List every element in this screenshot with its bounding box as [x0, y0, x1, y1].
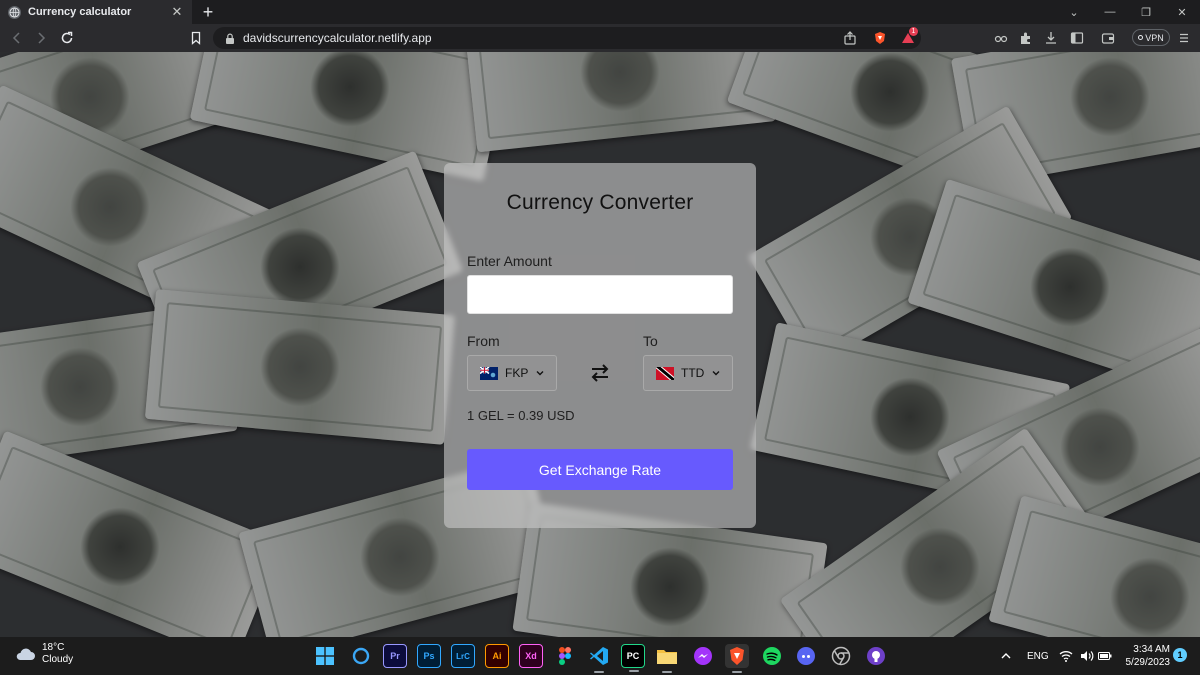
- exchange-rate-text: 1 GEL = 0.39 USD: [467, 408, 575, 423]
- weather-condition: Cloudy: [42, 654, 74, 665]
- discord-icon[interactable]: [794, 644, 818, 668]
- volume-icon[interactable]: [1080, 637, 1094, 675]
- to-currency-code: TTD: [681, 366, 705, 380]
- cortana-button[interactable]: [349, 644, 373, 668]
- tab-close-icon[interactable]: ✕: [170, 4, 184, 20]
- spotify-icon[interactable]: [760, 644, 784, 668]
- weather-temperature: 18°C: [42, 642, 65, 653]
- tab-title: Currency calculator: [28, 6, 132, 18]
- browser-toolbar: davidscurrencycalculator.netlify.app 1 V…: [0, 24, 1200, 52]
- brave-shields-icon[interactable]: [871, 29, 889, 47]
- trinidad-tobago-flag-icon: [656, 366, 674, 380]
- download-icon[interactable]: [1042, 29, 1060, 47]
- chevron-up-icon: [1001, 653, 1011, 659]
- clock-date: 5/29/2023: [1125, 657, 1171, 668]
- to-label: To: [643, 333, 658, 349]
- file-explorer-icon[interactable]: [655, 644, 679, 673]
- amount-label: Enter Amount: [467, 253, 552, 269]
- premiere-pro-icon[interactable]: Pr: [383, 644, 407, 668]
- url-text: davidscurrencycalculator.netlify.app: [243, 31, 432, 45]
- forward-icon[interactable]: [32, 29, 50, 47]
- brave-icon[interactable]: [725, 644, 749, 673]
- bookmark-icon[interactable]: [187, 29, 205, 47]
- cortana-icon: [352, 647, 370, 665]
- pycharm-icon[interactable]: PC: [621, 644, 645, 672]
- from-currency-select[interactable]: FKP: [467, 355, 557, 391]
- notification-badge[interactable]: 1: [1173, 648, 1187, 662]
- new-tab-button[interactable]: +: [198, 2, 218, 22]
- clock-time: 3:34 AM: [1133, 644, 1170, 655]
- rewards-badge: 1: [909, 27, 918, 36]
- vs-code-icon[interactable]: [587, 644, 611, 673]
- from-label: From: [467, 333, 500, 349]
- swap-icon[interactable]: [588, 362, 612, 384]
- vpn-button[interactable]: VPN: [1132, 29, 1170, 46]
- amount-input[interactable]: [467, 275, 733, 314]
- lightroom-classic-icon[interactable]: LrC: [451, 644, 475, 668]
- browser-tab[interactable]: Currency calculator ✕: [0, 0, 192, 24]
- sidebar-icon[interactable]: [1068, 29, 1086, 47]
- converter-card: Currency Converter Enter Amount From To …: [444, 163, 756, 528]
- windows-taskbar: 18°C Cloudy Pr Ps LrC Ai Xd PC ENG 3:34 …: [0, 637, 1200, 675]
- windows-logo-icon: [316, 647, 334, 665]
- from-currency-code: FKP: [505, 366, 529, 380]
- messenger-icon[interactable]: [691, 644, 715, 668]
- browser-tab-strip: Currency calculator ✕ + ⌄ — ❐ ✕: [0, 0, 1200, 24]
- brave-rewards-icon[interactable]: 1: [899, 27, 918, 47]
- system-clock[interactable]: 3:34 AM 5/29/2023: [1118, 643, 1171, 669]
- page-title: Currency Converter: [506, 191, 694, 214]
- weather-widget[interactable]: 18°C Cloudy: [14, 642, 73, 666]
- chevron-down-icon: [712, 371, 720, 376]
- cloud-icon: [16, 648, 35, 660]
- show-hidden-icons-button[interactable]: [1000, 637, 1012, 675]
- figma-icon[interactable]: [553, 644, 577, 668]
- chevron-down-icon: [536, 371, 544, 376]
- start-button[interactable]: [313, 644, 337, 668]
- photoshop-icon[interactable]: Ps: [417, 644, 441, 668]
- lock-icon: [226, 33, 234, 44]
- reading-glasses-icon[interactable]: [992, 29, 1010, 47]
- globe-icon: [8, 5, 21, 19]
- vpn-label: VPN: [1145, 32, 1164, 43]
- share-icon[interactable]: [841, 29, 859, 47]
- reload-icon[interactable]: [58, 29, 76, 47]
- github-desktop-icon[interactable]: [864, 644, 888, 668]
- get-exchange-rate-button[interactable]: Get Exchange Rate: [467, 449, 733, 490]
- language-indicator[interactable]: ENG: [1027, 637, 1049, 675]
- chrome-dev-icon[interactable]: [829, 644, 853, 668]
- xd-icon[interactable]: Xd: [519, 644, 543, 668]
- wifi-icon[interactable]: [1059, 637, 1073, 675]
- address-bar[interactable]: davidscurrencycalculator.netlify.app: [213, 27, 921, 49]
- falkland-islands-flag-icon: [480, 366, 498, 380]
- menu-icon[interactable]: [1175, 29, 1193, 47]
- extensions-icon[interactable]: [1017, 29, 1035, 47]
- back-icon[interactable]: [8, 29, 26, 47]
- wallet-icon[interactable]: [1099, 29, 1117, 47]
- illustrator-icon[interactable]: Ai: [485, 644, 509, 668]
- close-window-button[interactable]: ✕: [1164, 0, 1200, 24]
- to-currency-select[interactable]: TTD: [643, 355, 733, 391]
- minimize-button[interactable]: —: [1092, 0, 1128, 24]
- maximize-button[interactable]: ❐: [1128, 0, 1164, 24]
- battery-icon[interactable]: [1098, 637, 1112, 675]
- vpn-status-icon: [1138, 35, 1144, 40]
- tab-search-chevron-icon[interactable]: ⌄: [1056, 0, 1092, 24]
- page-viewport: Currency Converter Enter Amount From To …: [0, 52, 1200, 637]
